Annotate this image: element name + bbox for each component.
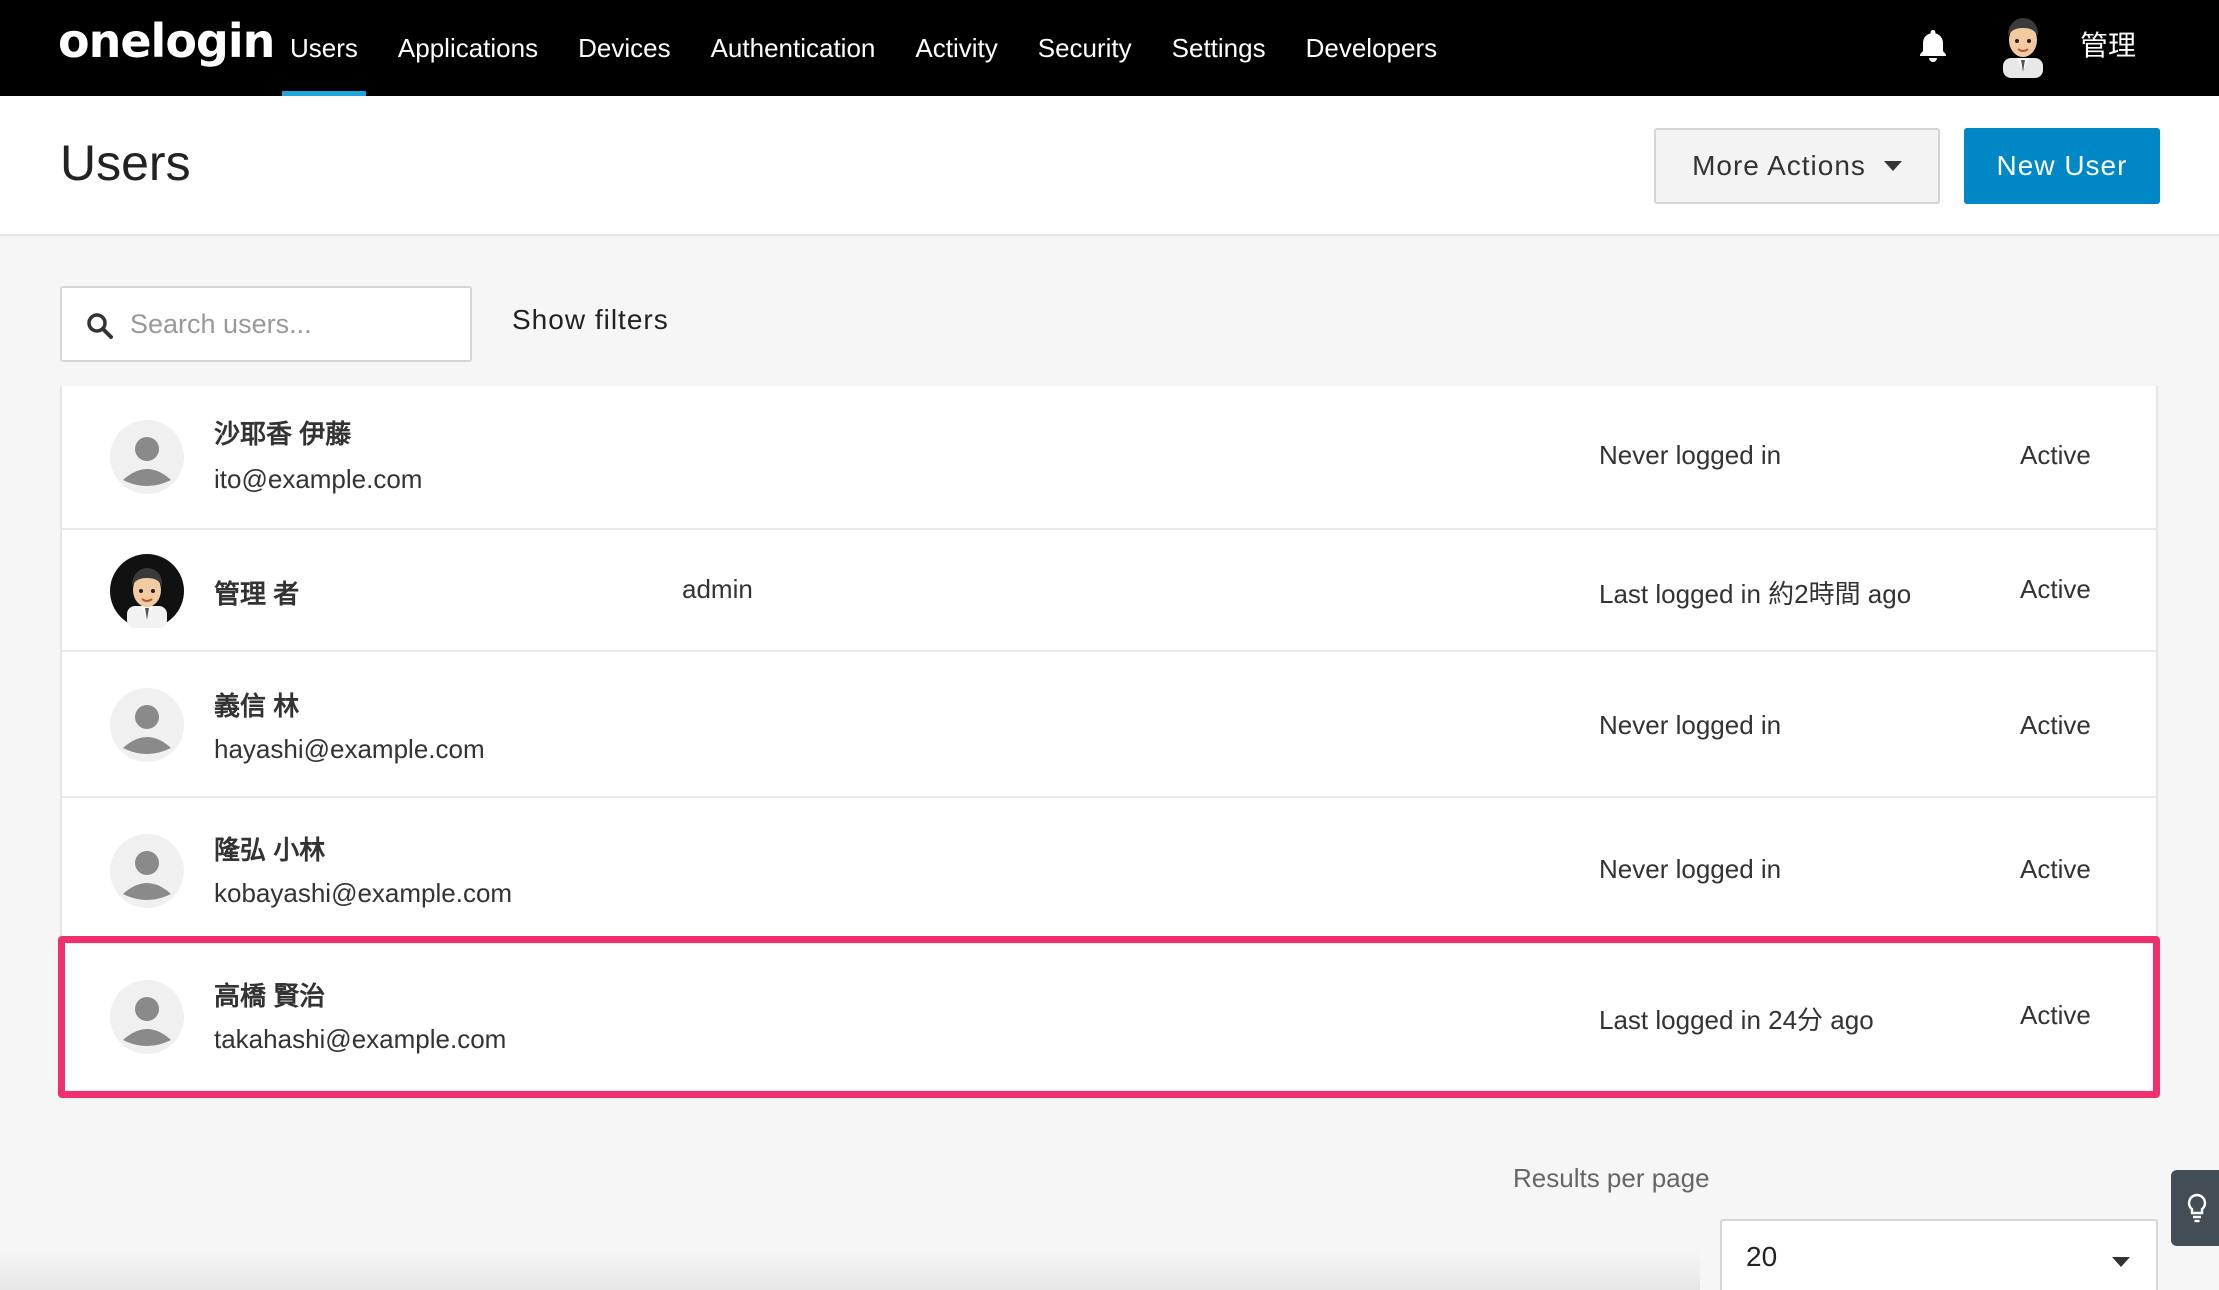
search-icon (87, 313, 113, 339)
bottom-shadow (0, 1250, 1700, 1290)
search-box[interactable] (60, 286, 472, 362)
results-per-page-select[interactable]: 20 (1720, 1219, 2158, 1290)
user-name: 隆弘 小林 (214, 835, 326, 865)
nav-item-devices[interactable]: Devices (558, 0, 690, 96)
table-row[interactable]: 沙耶香 伊藤 ito@example.com Never logged in A… (62, 386, 2156, 530)
user-status: Active (2020, 574, 2091, 604)
nav-item-developers[interactable]: Developers (1286, 0, 1458, 96)
onelogin-logo[interactable]: onelogin (58, 14, 275, 68)
lightbulb-icon (2187, 1193, 2207, 1223)
user-status: Active (2020, 440, 2091, 470)
user-last-login: Last logged in 約2時間 ago (1599, 579, 1912, 609)
user-last-login: Last logged in 24分 ago (1599, 1005, 1874, 1035)
user-username: admin (682, 574, 753, 604)
search-toolbar: Show filters (0, 238, 2219, 384)
user-email: hayashi@example.com (214, 734, 485, 764)
nav-item-activity[interactable]: Activity (895, 0, 1017, 96)
page-header: Users More Actions New User (0, 96, 2219, 236)
user-email: ito@example.com (214, 464, 423, 494)
table-row[interactable]: 義信 林 hayashi@example.com Never logged in… (62, 652, 2156, 798)
user-name: 沙耶香 伊藤 (214, 419, 352, 449)
table-row-highlighted[interactable]: 高橋 賢治 takahashi@example.com Last logged … (58, 936, 2160, 1098)
user-photo-avatar (110, 554, 184, 628)
caret-down-icon (2112, 1257, 2130, 1267)
nav-item-authentication[interactable]: Authentication (691, 0, 896, 96)
current-user-name[interactable]: 管理 (2080, 24, 2136, 64)
user-last-login: Never logged in (1599, 710, 1782, 740)
default-avatar-icon (110, 420, 184, 494)
top-navigation-bar: onelogin Users Applications Devices Auth… (0, 0, 2219, 96)
more-actions-button[interactable]: More Actions (1654, 128, 1940, 204)
caret-down-icon (1883, 161, 1902, 171)
new-user-button[interactable]: New User (1964, 128, 2160, 204)
user-avatar-icon[interactable] (1997, 14, 2049, 78)
user-last-login: Never logged in (1599, 854, 1782, 884)
page-title: Users (60, 135, 191, 191)
user-status: Active (2020, 854, 2091, 884)
bell-icon[interactable] (1917, 28, 1949, 64)
user-name: 義信 林 (214, 691, 300, 721)
user-status: Active (2020, 1000, 2091, 1030)
show-filters-link[interactable]: Show filters (512, 304, 669, 336)
table-row[interactable]: 隆弘 小林 kobayashi@example.com Never logged… (62, 798, 2156, 944)
default-avatar-icon (110, 688, 184, 762)
results-per-page-value: 20 (1746, 1241, 1778, 1272)
default-avatar-icon (110, 980, 184, 1054)
default-avatar-icon (110, 834, 184, 908)
nav-item-settings[interactable]: Settings (1152, 0, 1286, 96)
user-name: 管理 者 (214, 579, 300, 609)
main-nav: Users Applications Devices Authenticatio… (270, 0, 1457, 96)
nav-item-applications[interactable]: Applications (378, 0, 558, 96)
user-last-login: Never logged in (1599, 440, 1782, 470)
more-actions-label: More Actions (1692, 150, 1866, 181)
user-email: takahashi@example.com (214, 1024, 507, 1054)
search-input[interactable] (130, 300, 460, 348)
results-per-page-label: Results per page (1513, 1163, 1710, 1193)
user-email: kobayashi@example.com (214, 878, 513, 908)
help-tab[interactable] (2171, 1170, 2219, 1246)
user-name: 高橋 賢治 (214, 981, 326, 1011)
table-row[interactable]: 管理 者 admin Last logged in 約2時間 ago Activ… (62, 530, 2156, 652)
nav-item-users[interactable]: Users (270, 0, 378, 96)
nav-item-security[interactable]: Security (1018, 0, 1152, 96)
user-list: 沙耶香 伊藤 ito@example.com Never logged in A… (58, 386, 2160, 1098)
user-status: Active (2020, 710, 2091, 740)
